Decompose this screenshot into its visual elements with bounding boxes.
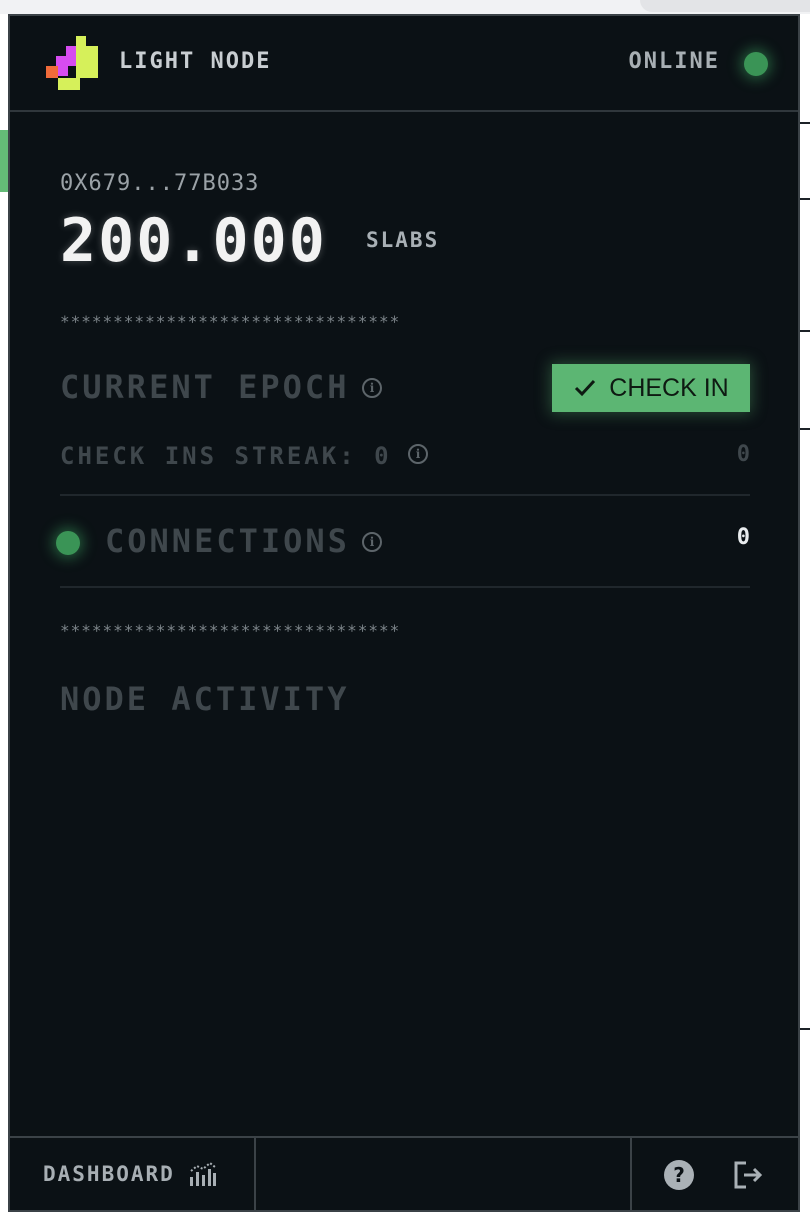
footer-actions: ? (630, 1138, 798, 1210)
background-divider (800, 1028, 810, 1030)
logo-icon (46, 36, 102, 92)
browser-tab-fragment (640, 0, 810, 12)
separator-top: ******************************** (60, 312, 401, 331)
current-epoch-title: CURRENT EPOCH (60, 368, 350, 406)
section-divider (60, 494, 750, 496)
chart-icon (189, 1161, 216, 1186)
online-status-dot (744, 52, 768, 76)
section-divider (60, 586, 750, 588)
popup-header: LIGHT NODE ONLINE (10, 16, 798, 112)
logout-icon[interactable] (732, 1160, 764, 1190)
popup-footer: DASHBOARD ? (10, 1136, 798, 1210)
background-page-right (800, 14, 810, 1226)
check-in-button[interactable]: CHECK IN (552, 364, 750, 412)
help-icon[interactable]: ? (664, 1160, 694, 1190)
background-divider (800, 428, 810, 430)
separator-bottom: ******************************** (60, 621, 401, 640)
check-ins-streak-label: CHECK INS STREAK: 0 (60, 442, 392, 470)
background-divider (800, 330, 810, 332)
background-divider (800, 122, 810, 124)
dashboard-label: DASHBOARD (43, 1162, 175, 1186)
app-title: LIGHT NODE (119, 49, 272, 74)
status-label: ONLINE (628, 49, 720, 74)
epoch-info-icon[interactable]: i (362, 378, 382, 398)
connections-count: 0 (736, 525, 750, 550)
check-ins-streak-value: 0 (736, 442, 750, 467)
connections-status-dot (56, 531, 80, 555)
check-in-label: CHECK IN (609, 373, 729, 402)
balance-amount: 200.000 (60, 206, 327, 276)
node-activity-title: NODE ACTIVITY (60, 680, 350, 718)
dashboard-button[interactable]: DASHBOARD (10, 1138, 256, 1210)
check-icon (575, 379, 596, 397)
balance-unit: SLABS (366, 228, 440, 252)
wallet-address: 0X679...77B033 (60, 171, 260, 196)
streak-info-icon[interactable]: i (408, 444, 428, 464)
connections-title: CONNECTIONS (105, 522, 350, 560)
background-green-chip (0, 130, 8, 192)
light-node-popup: LIGHT NODE ONLINE 0X679...77B033 200.000… (8, 14, 800, 1212)
connections-info-icon[interactable]: i (362, 532, 382, 552)
background-divider (800, 198, 810, 200)
